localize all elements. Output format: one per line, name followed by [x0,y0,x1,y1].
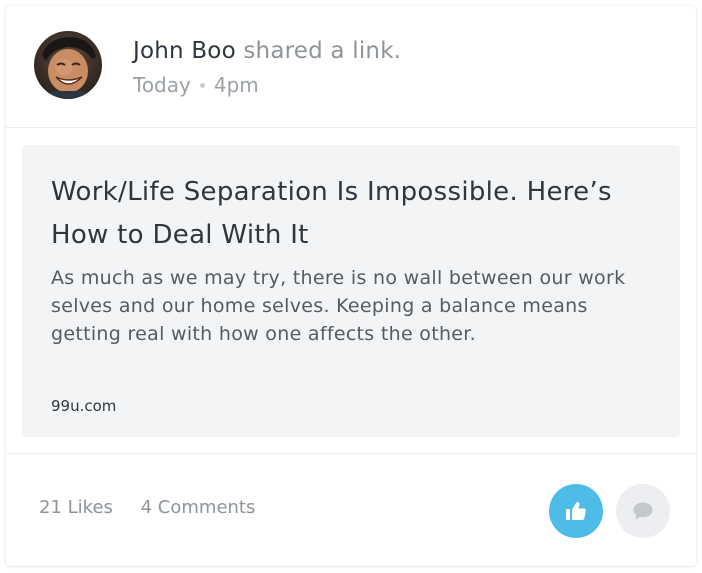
speech-bubble-icon [633,502,653,520]
post-timestamp: Today 4pm [133,70,259,100]
post-date: Today [133,73,191,97]
footer-divider [6,453,696,454]
comment-button[interactable] [616,484,670,538]
post-author-line: John Boo shared a link. [133,34,401,68]
avatar-photo [34,31,102,99]
avatar[interactable] [34,31,102,99]
like-button[interactable] [549,484,603,538]
post-stats: 21 Likes 4 Comments [39,494,255,522]
post-header: John Boo shared a link. Today 4pm [6,6,696,128]
comments-count[interactable]: 4 Comments [141,497,256,518]
author-name[interactable]: John Boo [133,38,236,64]
thumbs-up-icon [566,501,586,520]
post-card: John Boo shared a link. Today 4pm Work/Li… [6,6,696,566]
separator-dot [199,82,205,88]
post-time: 4pm [213,73,259,97]
likes-count[interactable]: 21 Likes [39,497,113,518]
link-description: As much as we may try, there is no wall … [51,267,626,345]
link-preview[interactable]: Work/Life Separation Is Impossible. Here… [22,145,680,437]
link-title[interactable]: Work/Life Separation Is Impossible. Here… [51,171,651,257]
link-domain: 99u.com [51,397,117,415]
post-action-text: shared a link. [243,38,402,64]
